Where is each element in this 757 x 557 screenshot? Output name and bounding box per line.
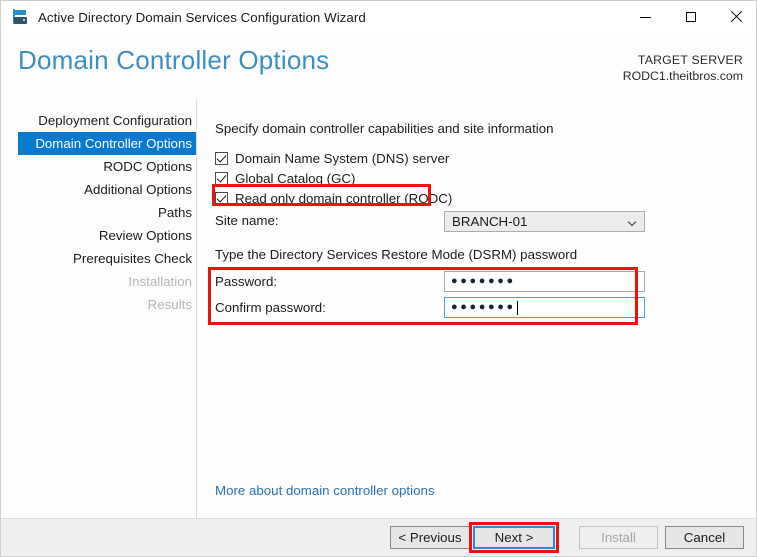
sidebar-item-results: Results	[147, 297, 192, 312]
maximize-icon	[685, 12, 696, 22]
site-name-label: Site name:	[215, 213, 279, 228]
checkbox-label-global-catalog: Global Catalog (GC)	[235, 171, 356, 186]
confirm-password-label: Confirm password:	[215, 300, 326, 315]
dsrm-section-label: Type the Directory Services Restore Mode…	[215, 247, 578, 262]
install-button: Install	[579, 526, 658, 549]
checkbox-label-rodc: Read only domain controller (RODC)	[235, 191, 453, 206]
sidebar-item-rodc-options[interactable]: RODC Options	[1, 155, 196, 178]
footer-button-bar: < Previous Next > Install Cancel	[1, 518, 756, 556]
target-server-name: RODC1.theitbros.com	[622, 69, 743, 83]
text-caret	[516, 300, 518, 315]
maximize-button[interactable]	[668, 1, 713, 33]
window-title: Active Directory Domain Services Configu…	[38, 9, 366, 25]
wizard-window: Active Directory Domain Services Configu…	[0, 0, 757, 557]
site-name-value: BRANCH-01	[452, 214, 528, 229]
body-area: Deployment Configuration Domain Controll…	[1, 99, 756, 518]
checkbox-row-global-catalog[interactable]: Global Catalog (GC)	[215, 169, 355, 188]
sidebar-item-review-options[interactable]: Review Options	[1, 224, 196, 247]
page-title: Domain Controller Options	[18, 45, 330, 75]
checkbox-rodc[interactable]	[215, 192, 228, 205]
password-input[interactable]: ●●●●●●●	[444, 271, 645, 292]
cancel-button[interactable]: Cancel	[665, 526, 744, 549]
close-icon	[730, 11, 742, 23]
target-server-label: TARGET SERVER	[637, 53, 743, 67]
site-name-dropdown[interactable]: BRANCH-01	[444, 211, 645, 232]
content-panel: Specify domain controller capabilities a…	[197, 99, 756, 518]
checkbox-row-rodc[interactable]: Read only domain controller (RODC)	[215, 189, 452, 208]
checkbox-global-catalog[interactable]	[215, 172, 228, 185]
minimize-button[interactable]	[623, 1, 668, 33]
more-about-domain-controller-options-link[interactable]: More about domain controller options	[215, 483, 435, 498]
previous-button[interactable]: < Previous	[390, 526, 470, 549]
wizard-steps-sidebar: Deployment Configuration Domain Controll…	[1, 99, 197, 518]
site-name-row: Site name: BRANCH-01	[215, 211, 645, 233]
window-controls	[623, 1, 756, 33]
checkbox-row-dns[interactable]: Domain Name System (DNS) server	[215, 149, 449, 168]
page-header: Domain Controller Options TARGET SERVER …	[1, 33, 756, 99]
chevron-down-icon	[629, 219, 636, 223]
sidebar-item-deployment-configuration[interactable]: Deployment Configuration	[1, 109, 196, 132]
next-button[interactable]: Next >	[473, 526, 555, 549]
target-server-block: TARGET SERVER RODC1.theitbros.com	[623, 52, 743, 84]
sidebar-item-installation: Installation	[128, 274, 192, 289]
sidebar-item-additional-options[interactable]: Additional Options	[1, 178, 196, 201]
title-bar: Active Directory Domain Services Configu…	[1, 1, 756, 33]
password-label: Password:	[215, 274, 278, 289]
capabilities-section-label: Specify domain controller capabilities a…	[215, 121, 554, 136]
checkbox-label-dns-server: Domain Name System (DNS) server	[235, 151, 450, 166]
checkbox-dns-server[interactable]	[215, 152, 228, 165]
confirm-password-value: ●●●●●●●	[451, 301, 516, 313]
password-value: ●●●●●●●	[451, 275, 516, 287]
confirm-password-input[interactable]: ●●●●●●●	[444, 297, 645, 318]
server-wizard-icon	[13, 9, 29, 25]
minimize-icon	[640, 17, 651, 18]
sidebar-item-paths[interactable]: Paths	[1, 201, 196, 224]
sidebar-item-domain-controller-options[interactable]: Domain Controller Options	[18, 132, 196, 155]
sidebar-item-prerequisites-check[interactable]: Prerequisites Check	[1, 247, 196, 270]
close-button[interactable]	[713, 1, 756, 33]
